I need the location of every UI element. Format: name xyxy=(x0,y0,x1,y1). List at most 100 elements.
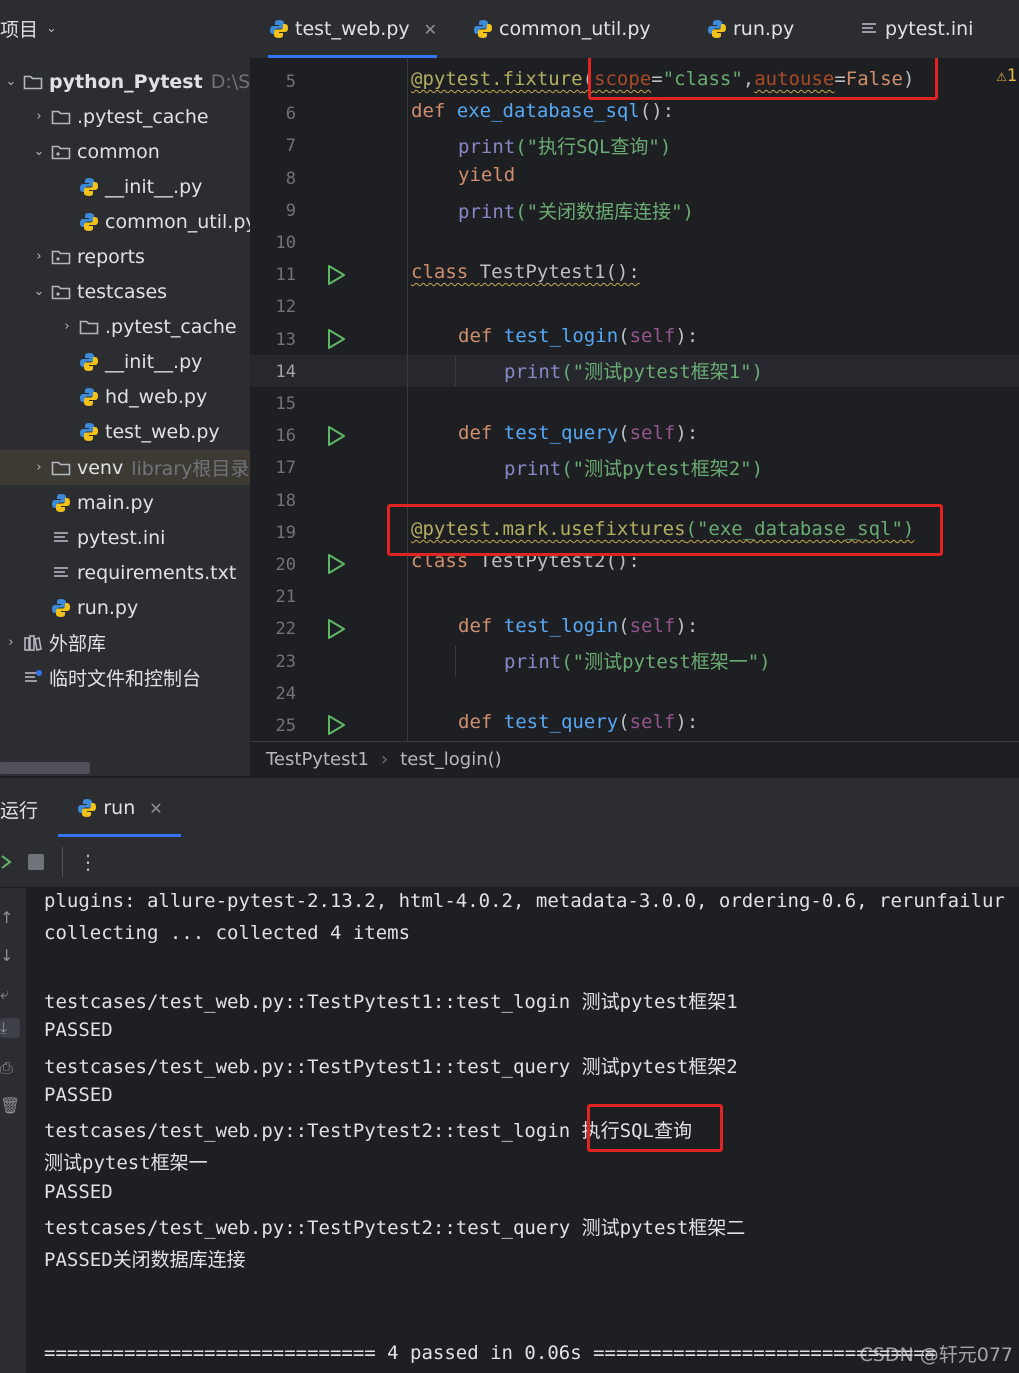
arrow-up-icon[interactable]: ↑ xyxy=(0,908,20,928)
chevron-down-icon[interactable]: ⌄ xyxy=(0,74,22,89)
folder-icon xyxy=(50,106,72,128)
warning-indicator[interactable]: ⚠1 xyxy=(997,66,1018,86)
soft-wrap-icon[interactable]: ⤶ xyxy=(0,984,20,1004)
console-line: testcases/test_web.py::TestPytest1::test… xyxy=(44,1055,738,1078)
console-line: PASSED xyxy=(44,1180,113,1203)
tab-label: common_util.py xyxy=(499,18,651,40)
watermark: CSDN @轩元077 xyxy=(859,1344,1013,1366)
python-icon xyxy=(706,18,728,40)
code-editor[interactable]: 5 6 7 8 9 10 11 12 13 14 15 16 17 18 19 20 21 22 23 24 25 ⚠1… xyxy=(250,58,1019,741)
tree-item-label: hd_web.py xyxy=(105,385,208,408)
console-output[interactable]: plugins: allure-pytest-2.13.2, html-4.0.… xyxy=(26,888,1019,1373)
tab-run[interactable]: run ✕ xyxy=(58,778,181,838)
tree-item[interactable]: ⌄ testcases xyxy=(0,274,250,309)
tree-item[interactable]: __init__.py xyxy=(0,344,250,379)
annotation-box-fixture-params xyxy=(588,58,938,100)
line-number: 7 xyxy=(285,136,296,157)
folder-icon xyxy=(22,71,44,93)
line-number: 22 xyxy=(275,619,296,640)
rerun-icon[interactable] xyxy=(0,852,12,872)
breadcrumb-method[interactable]: test_login() xyxy=(400,749,501,770)
code-line-16: def test_query(self): xyxy=(458,422,699,444)
run-toolbar: ⋮ xyxy=(0,837,1019,888)
console-line: PASSED xyxy=(44,1083,113,1106)
python-file-icon xyxy=(78,421,100,443)
tab-label: run.py xyxy=(733,18,795,40)
code-line-13: def test_login(self): xyxy=(458,325,699,347)
text-file-icon xyxy=(50,527,72,549)
more-options-icon[interactable]: ⋮ xyxy=(78,847,98,877)
warning-count: 1 xyxy=(1006,66,1017,86)
tree-item[interactable]: pytest.ini xyxy=(0,520,250,555)
line-number: 8 xyxy=(285,168,296,189)
chevron-right-icon[interactable]: › xyxy=(28,460,50,475)
tree-item[interactable]: › 外部库 xyxy=(0,625,250,660)
close-icon[interactable]: ✕ xyxy=(149,799,162,818)
run-test-icon[interactable] xyxy=(326,264,346,286)
python-icon xyxy=(268,18,290,40)
tree-item[interactable]: › reports xyxy=(0,239,250,274)
python-file-icon xyxy=(78,176,100,198)
tab-common-util-py[interactable]: common_util.py xyxy=(472,0,651,58)
tree-item[interactable]: 临时文件和控制台 xyxy=(0,660,250,695)
chevron-right-icon[interactable]: › xyxy=(0,635,22,650)
external-libraries-icon xyxy=(22,632,44,654)
tree-item[interactable]: › venv library根目录 xyxy=(0,450,250,485)
chevron-right-icon[interactable]: › xyxy=(28,109,50,124)
print-icon[interactable]: ⎙ xyxy=(0,1058,20,1078)
tree-item-label: .pytest_cache xyxy=(105,315,237,338)
line-number: 24 xyxy=(275,683,296,704)
tree-item-label: test_web.py xyxy=(105,420,220,443)
line-number: 25 xyxy=(275,716,296,736)
tree-item[interactable]: ⌄ python_Pytest D:\Sof xyxy=(0,64,250,99)
code-line-11: class TestPytest1(): xyxy=(411,261,640,283)
code-line-22: def test_login(self): xyxy=(458,615,699,637)
breadcrumb-class[interactable]: TestPytest1 xyxy=(266,749,369,770)
tree-item[interactable]: __init__.py xyxy=(0,169,250,204)
line-number: 18 xyxy=(275,490,296,511)
run-test-icon[interactable] xyxy=(326,425,346,447)
console-line: PASSED xyxy=(44,1019,113,1042)
annotation-box-usefixtures xyxy=(387,504,943,556)
run-test-icon[interactable] xyxy=(326,553,346,575)
tab-test-web-py[interactable]: test_web.py ✕ xyxy=(268,0,438,58)
code-line-25: def test_query(self): xyxy=(458,711,699,733)
tree-item[interactable]: main.py xyxy=(0,485,250,520)
folder-icon xyxy=(50,457,72,479)
tree-item[interactable]: ⌄ common xyxy=(0,134,250,169)
tree-item[interactable]: hd_web.py xyxy=(0,379,250,414)
tree-item[interactable]: requirements.txt xyxy=(0,555,250,590)
python-icon xyxy=(472,18,494,40)
code-line-6: def exe_database_sql(): xyxy=(411,100,675,122)
stop-icon[interactable] xyxy=(28,854,44,870)
run-test-icon[interactable] xyxy=(326,328,346,350)
tree-item[interactable]: test_web.py xyxy=(0,414,250,449)
tree-item-label: common_util.py xyxy=(105,210,250,233)
code-line-23: print("测试pytest框架一") xyxy=(504,651,771,673)
scroll-to-end-icon[interactable]: ⤓ xyxy=(0,1018,20,1038)
chevron-right-icon[interactable]: › xyxy=(28,249,50,264)
tree-item[interactable]: › .pytest_cache xyxy=(0,99,250,134)
project-view-selector[interactable]: 项目 ⌄ xyxy=(0,10,57,46)
tree-item[interactable]: run.py xyxy=(0,590,250,625)
run-test-icon[interactable] xyxy=(326,618,346,640)
code-line-9: print("关闭数据库连接") xyxy=(458,201,694,223)
line-number: 16 xyxy=(275,426,296,447)
line-number: 21 xyxy=(275,587,296,608)
chevron-down-icon[interactable]: ⌄ xyxy=(28,284,50,299)
chevron-right-icon[interactable]: › xyxy=(56,319,78,334)
arrow-down-icon[interactable]: ↓ xyxy=(0,946,20,966)
line-number: 12 xyxy=(275,297,296,318)
close-icon[interactable]: ✕ xyxy=(424,20,437,39)
tree-item[interactable]: › .pytest_cache xyxy=(0,309,250,344)
chevron-down-icon[interactable]: ⌄ xyxy=(28,144,50,159)
tree-item[interactable]: common_util.py xyxy=(0,204,250,239)
warning-icon: ⚠ xyxy=(996,66,1007,86)
tab-pytest-ini[interactable]: pytest.ini xyxy=(858,0,973,58)
indent-guide xyxy=(455,646,456,676)
run-test-icon[interactable] xyxy=(326,714,346,736)
sidebar-scrollbar[interactable] xyxy=(0,762,90,774)
code-line-7: print("执行SQL查询") xyxy=(458,136,672,158)
trash-icon[interactable]: 🗑 xyxy=(0,1096,20,1116)
tab-run-py[interactable]: run.py xyxy=(706,0,794,58)
